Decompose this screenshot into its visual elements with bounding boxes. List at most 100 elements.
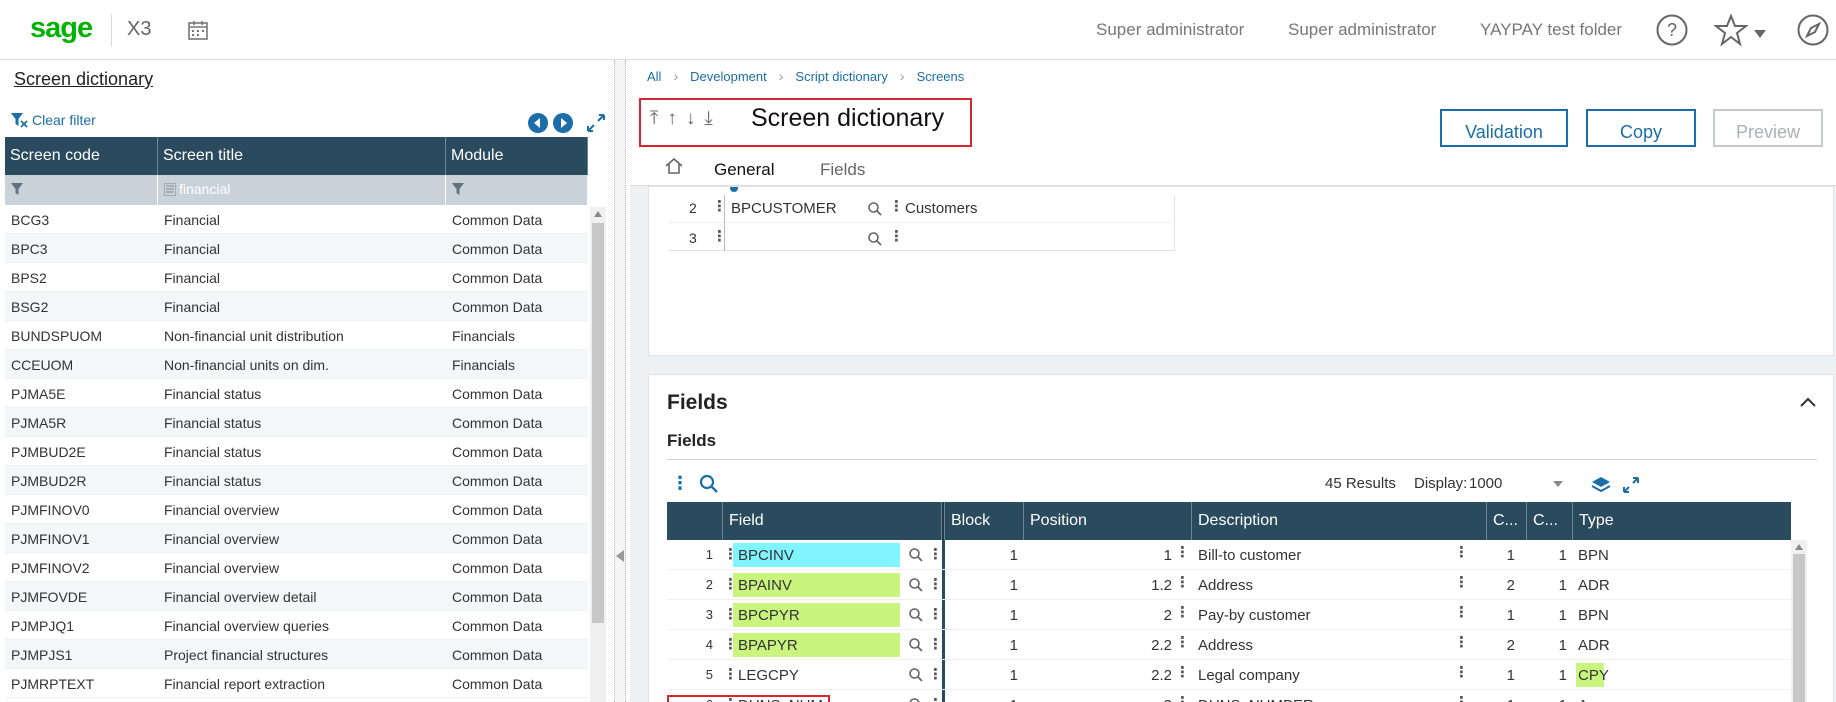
search-icon[interactable] bbox=[908, 667, 924, 683]
position-menu-icon[interactable]: ⋮ bbox=[1175, 573, 1190, 591]
column-header-type[interactable]: Type bbox=[1573, 502, 1623, 540]
table-row[interactable]: 2 ⋮ BPCUSTOMER ⋮ Customers bbox=[669, 195, 1175, 251]
table-row[interactable]: BUNDSPUOM Non-financial unit distribution… bbox=[5, 321, 588, 350]
field-code[interactable]: BPAINV bbox=[738, 577, 792, 594]
field-menu-icon[interactable]: ⋮ bbox=[928, 635, 942, 653]
column-header-module[interactable]: Module bbox=[446, 137, 588, 175]
home-icon[interactable] bbox=[664, 156, 684, 176]
collapse-section-icon[interactable] bbox=[1800, 397, 1816, 407]
field-menu-icon[interactable]: ⋮ bbox=[889, 227, 904, 245]
type-value[interactable]: BPN bbox=[1578, 607, 1609, 624]
table-row[interactable]: 3 ⋮ ⋮ bbox=[669, 223, 1175, 251]
expand-icon[interactable] bbox=[585, 112, 607, 134]
table-row[interactable]: PJMFOVDE Financial overview detail Common … bbox=[5, 582, 588, 611]
type-value[interactable]: CPY bbox=[1578, 667, 1609, 684]
table-row[interactable]: BPC3 Financial Common Data bbox=[5, 234, 588, 263]
breadcrumb-script-dictionary[interactable]: Script dictionary bbox=[795, 69, 887, 84]
type-value[interactable]: A bbox=[1578, 697, 1588, 702]
first-record-icon[interactable]: ⤒ bbox=[650, 108, 658, 130]
field-menu-icon[interactable]: ⋮ bbox=[928, 545, 942, 563]
position-menu-icon[interactable]: ⋮ bbox=[1175, 693, 1190, 702]
scroll-up-icon[interactable] bbox=[1795, 544, 1803, 550]
previous-icon[interactable] bbox=[527, 112, 549, 134]
table-row[interactable]: PJMFINOV0 Financial overview Common Data bbox=[5, 495, 588, 524]
tab-general[interactable]: General bbox=[714, 160, 774, 180]
table-row[interactable]: 3 ⋮ BPCPYR ⋮ 1 2 ⋮ Pay-by customer ⋮ 1 1 BPN bbox=[667, 600, 1791, 630]
search-icon[interactable] bbox=[867, 231, 883, 247]
breadcrumb-development[interactable]: Development bbox=[690, 69, 767, 84]
copy-button[interactable]: Copy bbox=[1586, 109, 1696, 147]
expand-icon[interactable] bbox=[1621, 475, 1641, 495]
type-cell[interactable]: ADR bbox=[1573, 630, 1623, 659]
clear-filter-button[interactable]: Clear filter bbox=[10, 112, 96, 128]
table-row[interactable]: 5 ⋮ LEGCPY ⋮ 1 2.2 ⋮ Legal company ⋮ 1 1 CPY bbox=[667, 660, 1791, 690]
type-value[interactable]: ADR bbox=[1578, 637, 1610, 654]
filter-value[interactable]: financial bbox=[179, 181, 230, 197]
field-code[interactable]: BPCINV bbox=[738, 547, 794, 564]
breadcrumb-all[interactable]: All bbox=[647, 69, 661, 84]
field-cell[interactable]: ⋮ BPCPYR ⋮ bbox=[723, 600, 942, 629]
type-value[interactable]: BPN bbox=[1578, 547, 1609, 564]
field-menu-icon[interactable]: ⋮ bbox=[928, 665, 942, 683]
description-menu-icon[interactable]: ⋮ bbox=[1454, 693, 1469, 702]
column-header-c1[interactable]: C... bbox=[1487, 502, 1527, 540]
table-row[interactable]: 4 ⋮ BPAPYR ⋮ 1 2.2 ⋮ Address ⋮ 2 1 ADR bbox=[667, 630, 1791, 660]
column-header-field[interactable]: Field bbox=[723, 502, 942, 540]
position-menu-icon[interactable]: ⋮ bbox=[1175, 633, 1190, 651]
table-row[interactable]: PJMPJS1 Project financial structures Commo… bbox=[5, 640, 588, 669]
table-row[interactable]: PJMFINOV2 Financial overview Common Data bbox=[5, 553, 588, 582]
type-value[interactable]: ADR bbox=[1578, 577, 1610, 594]
type-cell[interactable]: BPN bbox=[1573, 540, 1623, 569]
scrollbar-thumb[interactable] bbox=[1793, 554, 1805, 702]
type-cell[interactable]: ADR bbox=[1573, 570, 1623, 599]
field-cell[interactable]: ⋮ BPAINV ⋮ bbox=[723, 570, 942, 599]
field-menu-icon[interactable]: ⋮ bbox=[928, 695, 942, 702]
column-header-screen-code[interactable]: Screen code bbox=[5, 137, 158, 175]
table-row[interactable]: PJMFINOV1 Financial overview Common Data bbox=[5, 524, 588, 553]
compass-icon[interactable] bbox=[1796, 13, 1830, 47]
table-menu-icon[interactable]: ⋮ bbox=[671, 473, 689, 494]
tab-fields[interactable]: Fields bbox=[820, 160, 865, 180]
scrollbar-thumb[interactable] bbox=[592, 223, 604, 623]
field-code[interactable]: BPAPYR bbox=[738, 637, 798, 654]
column-header-position[interactable]: Position bbox=[1024, 502, 1192, 540]
field-code[interactable]: DUNS_NUM bbox=[738, 697, 823, 702]
user-name-link[interactable]: Super administrator bbox=[1288, 20, 1436, 40]
collapse-left-icon[interactable] bbox=[616, 550, 624, 562]
type-cell[interactable]: A bbox=[1573, 690, 1623, 702]
table-row[interactable]: PJMBUD2R Financial status Common Data bbox=[5, 466, 588, 495]
previous-record-icon[interactable]: ↑ bbox=[667, 108, 677, 130]
folder-link[interactable]: YAYPAY test folder bbox=[1480, 20, 1622, 40]
search-icon[interactable] bbox=[699, 474, 719, 494]
filter-cell-screen-title[interactable]: financial bbox=[158, 175, 446, 205]
table-row[interactable]: BSG2 Financial Common Data bbox=[5, 292, 588, 321]
chevron-down-icon[interactable] bbox=[1553, 481, 1563, 487]
panel-title[interactable]: Screen dictionary bbox=[14, 69, 153, 90]
table-row[interactable]: PJMPJQ1 Financial overview queries Common … bbox=[5, 611, 588, 640]
column-header-description[interactable]: Description bbox=[1192, 502, 1487, 540]
star-icon[interactable] bbox=[1714, 13, 1748, 47]
table-row[interactable]: BPS2 Financial Common Data bbox=[5, 263, 588, 292]
calendar-icon[interactable] bbox=[187, 19, 209, 41]
next-record-icon[interactable]: ↓ bbox=[686, 108, 696, 130]
field-code[interactable]: LEGCPY bbox=[738, 667, 799, 684]
next-icon[interactable] bbox=[552, 112, 574, 134]
row-menu-icon[interactable]: ⋮ bbox=[712, 227, 727, 245]
filter-cell-screen-code[interactable] bbox=[5, 175, 158, 205]
table-row[interactable]: PJMA5E Financial status Common Data bbox=[5, 379, 588, 408]
search-icon[interactable] bbox=[908, 697, 924, 702]
help-icon[interactable]: ? bbox=[1655, 13, 1689, 47]
block-code[interactable]: BPCUSTOMER bbox=[731, 200, 837, 217]
layers-icon[interactable] bbox=[1591, 475, 1611, 495]
table-row[interactable]: 2 ⋮ BPAINV ⋮ 1 1.2 ⋮ Address ⋮ 2 1 ADR bbox=[667, 570, 1791, 600]
field-cell[interactable]: ⋮ BPCINV ⋮ bbox=[723, 540, 942, 569]
table-row[interactable]: PJMA5R Financial status Common Data bbox=[5, 408, 588, 437]
field-cell[interactable]: ⋮ BPAPYR ⋮ bbox=[723, 630, 942, 659]
table-row[interactable]: 1 ⋮ BPCINV ⋮ 1 1 ⋮ Bill-to customer ⋮ 1 1 BPN bbox=[667, 540, 1791, 570]
description-menu-icon[interactable]: ⋮ bbox=[1454, 603, 1469, 621]
field-menu-icon[interactable]: ⋮ bbox=[928, 575, 942, 593]
table-row[interactable]: PJMRPTEXT Financial report extraction Comm… bbox=[5, 669, 588, 698]
column-header-block[interactable]: Block bbox=[945, 502, 1024, 540]
sage-logo[interactable]: sage bbox=[30, 12, 93, 45]
search-icon[interactable] bbox=[867, 201, 883, 217]
